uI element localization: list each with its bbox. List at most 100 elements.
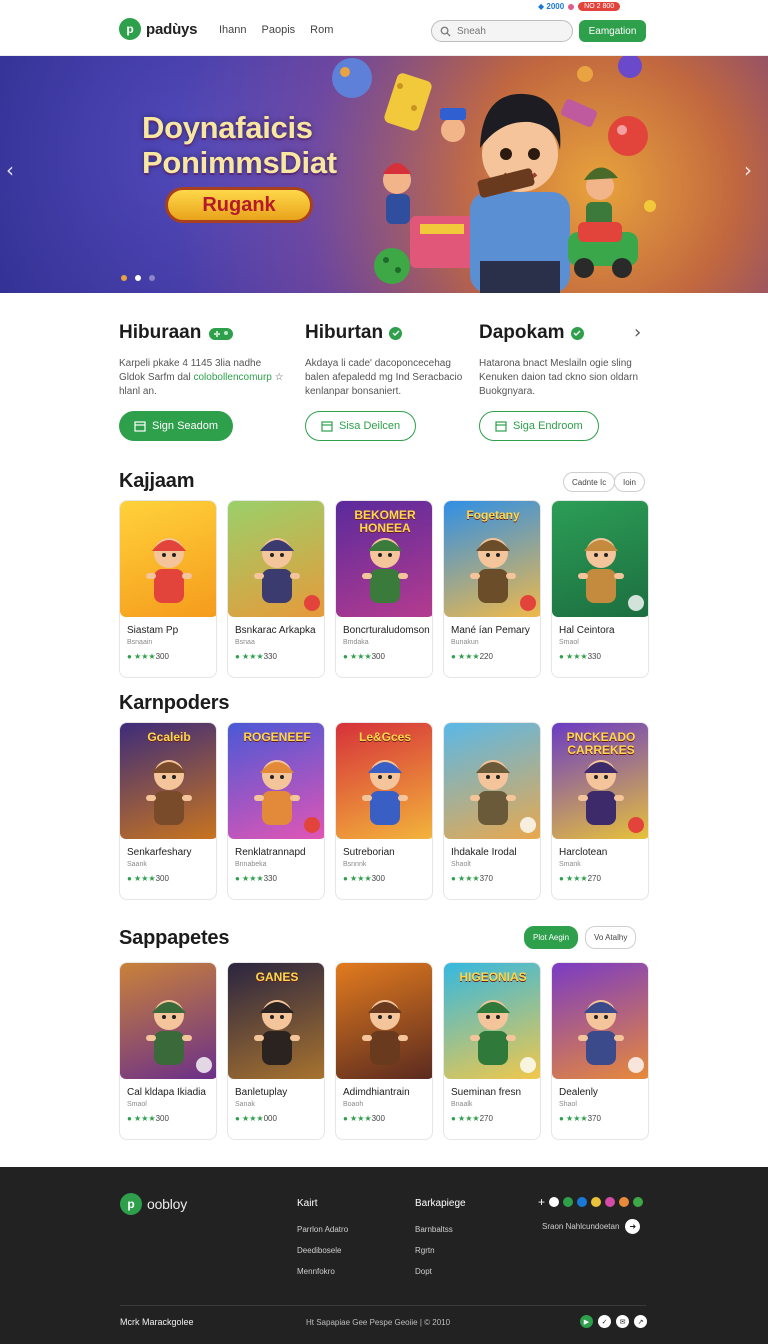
game-card[interactable]: Siastam Pp Bsnaain ● ★★★300 xyxy=(119,500,217,678)
game-subtitle: Bnnabeka xyxy=(235,861,267,868)
game-card[interactable]: Bsnkarac Arkapka Bsnaa ● ★★★330 xyxy=(227,500,325,678)
character-art xyxy=(146,1000,192,1065)
footer-play-icon[interactable]: ▶ xyxy=(580,1315,593,1328)
newsletter-arrow-icon[interactable]: ➜ xyxy=(625,1219,641,1234)
nav-link-2[interactable]: Paopis xyxy=(262,24,296,36)
favorite-icon[interactable] xyxy=(520,1057,536,1073)
game-thumbnail[interactable]: ROGENEEF xyxy=(228,723,324,839)
game-subtitle: Smank xyxy=(559,861,581,868)
game-subtitle: Bsnaain xyxy=(127,639,153,646)
logo-text: padùys xyxy=(146,20,198,38)
game-card[interactable]: GANES Banletuplay Sanak ● ★★★000 xyxy=(227,962,325,1140)
game-card[interactable]: Hal Ceintora Smaol ● ★★★330 xyxy=(551,500,649,678)
rating-stars-icon: ● ★★★ xyxy=(235,652,264,661)
game-thumbnail[interactable]: PNCKEADO CARREKES xyxy=(552,723,648,839)
carousel-dot-2[interactable] xyxy=(135,275,141,281)
favorite-icon[interactable] xyxy=(196,1057,212,1073)
footer-link[interactable]: Mennfokro xyxy=(297,1267,348,1276)
hero-cta-button[interactable]: Rugank xyxy=(165,187,313,223)
game-card[interactable]: HIGEONIAS Sueminan fresn Bnaalk ● ★★★270 xyxy=(443,962,541,1140)
favorite-icon[interactable] xyxy=(628,595,644,611)
game-card[interactable]: Adimdhiantrain Boaoh ● ★★★300 xyxy=(335,962,433,1140)
promo-badge[interactable]: NO 2 800 xyxy=(578,2,621,11)
social-icon-1[interactable] xyxy=(549,1197,560,1207)
game-title: Bsnkarac Arkapka xyxy=(235,625,316,636)
feature-heading-1: Hiburaan xyxy=(119,322,289,344)
favorite-icon[interactable] xyxy=(628,817,644,833)
game-thumbnail[interactable] xyxy=(336,963,432,1079)
rating-value: 300 xyxy=(371,1114,385,1123)
social-icon-2[interactable] xyxy=(563,1197,574,1207)
header-cta-button[interactable]: Eamgation xyxy=(579,20,646,42)
feature-button-3[interactable]: Siga Endroom xyxy=(479,411,599,441)
game-thumbnail[interactable] xyxy=(444,723,540,839)
footer-link[interactable]: Barnbaltss xyxy=(415,1225,466,1234)
game-rating: ● ★★★330 xyxy=(235,874,324,883)
social-icon-4[interactable] xyxy=(591,1197,602,1207)
game-thumbnail[interactable] xyxy=(552,501,648,617)
logo[interactable]: p padùys xyxy=(119,18,198,40)
search-input[interactable] xyxy=(457,25,557,37)
game-card[interactable]: Cal kldapa Ikiadia Smaol ● ★★★300 xyxy=(119,962,217,1140)
game-card[interactable]: BEKOMER HONEEA Boncrturaludomson Bmdaka ● ★… xyxy=(335,500,433,678)
game-card[interactable]: ROGENEEF Renklatrannapd Bnnabeka ● ★★★330 xyxy=(227,722,325,900)
game-card[interactable]: Le&Gces Sutreborian Bsnnnk ● ★★★300 xyxy=(335,722,433,900)
plus-icon[interactable]: + xyxy=(538,1195,545,1209)
hero-title: Doynafaicis PonimmsDiat xyxy=(142,110,337,180)
game-thumbnail[interactable] xyxy=(120,501,216,617)
carousel-dot-3[interactable] xyxy=(149,275,155,281)
notification-dot xyxy=(568,3,575,10)
hero-next-arrow-icon[interactable]: › xyxy=(744,158,752,182)
nav-link-1[interactable]: Ihann xyxy=(219,24,247,36)
game-thumbnail[interactable]: Fogetany xyxy=(444,501,540,617)
feature-next-chevron-icon[interactable]: › xyxy=(634,322,641,343)
footer-logo[interactable]: p oobloy xyxy=(120,1193,187,1215)
game-thumbnail[interactable] xyxy=(552,963,648,1079)
carousel-dot-1[interactable] xyxy=(121,275,127,281)
game-thumbnail[interactable]: BEKOMER HONEEA xyxy=(336,501,432,617)
search-box[interactable] xyxy=(431,20,573,42)
footer-mail-icon[interactable]: ✉ xyxy=(616,1315,629,1328)
window-icon xyxy=(134,420,146,432)
social-icon-6[interactable] xyxy=(619,1197,630,1207)
favorite-icon[interactable] xyxy=(304,817,320,833)
game-thumbnail[interactable]: HIGEONIAS xyxy=(444,963,540,1079)
favorite-icon[interactable] xyxy=(628,1057,644,1073)
feature-button-1[interactable]: Sign Seadom xyxy=(119,411,234,441)
social-icon-5[interactable] xyxy=(605,1197,616,1207)
hero-prev-arrow-icon[interactable]: ‹ xyxy=(6,158,14,182)
section-3-chip-active[interactable]: Plot Aegin xyxy=(524,926,579,949)
character-art xyxy=(362,1000,408,1065)
footer-share-icon[interactable]: ↗ xyxy=(634,1315,647,1328)
game-card[interactable]: Gcaleib Senkarfeshary Saank ● ★★★300 xyxy=(119,722,217,900)
rating-stars-icon: ● ★★★ xyxy=(235,874,264,883)
game-thumbnail[interactable]: Le&Gces xyxy=(336,723,432,839)
hero-illustration xyxy=(332,56,656,293)
footer-small-icons: ▶ ✓ ✉ ↗ xyxy=(580,1315,647,1328)
footer-link[interactable]: Parrlon Adatro xyxy=(297,1225,348,1234)
game-thumbnail[interactable]: Gcaleib xyxy=(120,723,216,839)
game-thumbnail[interactable] xyxy=(120,963,216,1079)
favorite-icon[interactable] xyxy=(520,595,536,611)
favorite-icon[interactable] xyxy=(304,595,320,611)
section-1-login-chip[interactable]: Ioin xyxy=(614,472,645,492)
game-thumbnail[interactable] xyxy=(228,501,324,617)
social-icon-3[interactable] xyxy=(577,1197,588,1207)
nav-link-3[interactable]: Rom xyxy=(310,24,333,36)
feature-button-2[interactable]: Sisa Deilcen xyxy=(305,411,417,441)
game-card[interactable]: Fogetany Mané ían Pemary Bunakun ● ★★★220 xyxy=(443,500,541,678)
favorite-icon[interactable] xyxy=(520,817,536,833)
hero-banner[interactable]: Doynafaicis PonimmsDiat Rugank ‹ › xyxy=(0,56,768,293)
footer-twitter-icon[interactable]: ✓ xyxy=(598,1315,611,1328)
game-card[interactable]: Dealenly Shaol ● ★★★370 xyxy=(551,962,649,1140)
game-thumbnail[interactable]: GANES xyxy=(228,963,324,1079)
footer-link[interactable]: Dopt xyxy=(415,1267,466,1276)
social-icon-7[interactable] xyxy=(633,1197,644,1207)
footer-link[interactable]: Rgrtn xyxy=(415,1246,466,1255)
section-3-chip[interactable]: Vo Atalhy xyxy=(585,926,637,949)
section-1-filter-chip[interactable]: Cadnte Ic xyxy=(563,472,616,492)
game-card[interactable]: Ihdakale Irodal Shaolt ● ★★★370 xyxy=(443,722,541,900)
game-card[interactable]: PNCKEADO CARREKES Harclotean Smank ● ★★★270 xyxy=(551,722,649,900)
footer-link[interactable]: Deedibosele xyxy=(297,1246,348,1255)
feature-text-2: Akdaya li cade' dacoponcecehag balen afe… xyxy=(305,358,463,397)
